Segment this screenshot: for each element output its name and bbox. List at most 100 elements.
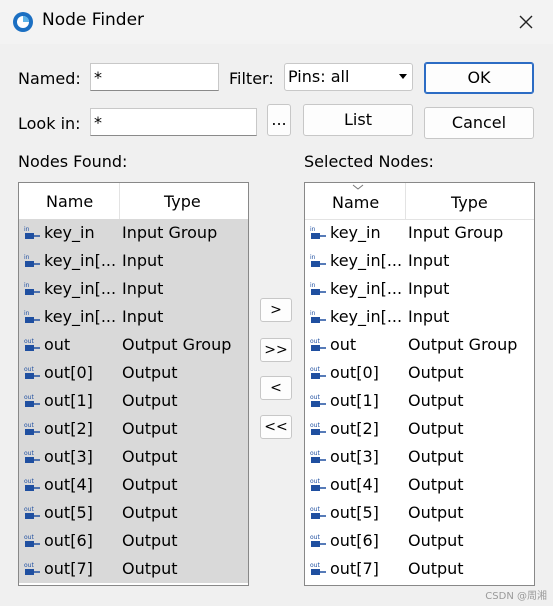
node-row[interactable]: out out[4] Output bbox=[305, 471, 534, 499]
svg-text:out: out bbox=[310, 534, 320, 541]
svg-text:out: out bbox=[24, 534, 34, 541]
output-pin-icon: out bbox=[24, 422, 40, 435]
node-row[interactable]: out out[6] Output bbox=[19, 527, 248, 555]
nodes-found-header: Name Type bbox=[19, 183, 248, 220]
node-row[interactable]: out out[2] Output bbox=[305, 415, 534, 443]
input-pin-icon: in bbox=[310, 282, 326, 295]
output-pin-icon: out bbox=[24, 366, 40, 379]
node-row[interactable]: in key_in Input Group bbox=[19, 219, 248, 247]
node-row[interactable]: out out[0] Output bbox=[19, 359, 248, 387]
node-name: key_in[... bbox=[44, 251, 117, 270]
ok-button[interactable]: OK bbox=[424, 62, 534, 94]
column-header-name[interactable]: Name bbox=[46, 192, 93, 211]
output-pin-icon: out bbox=[24, 338, 40, 351]
node-name: out bbox=[330, 335, 357, 354]
node-type: Output bbox=[122, 503, 178, 522]
column-header-type[interactable]: Type bbox=[451, 193, 488, 212]
svg-text:in: in bbox=[310, 254, 316, 261]
output-pin-icon: out bbox=[24, 394, 40, 407]
filter-select[interactable]: Pins: all bbox=[284, 63, 413, 91]
node-type: Output bbox=[122, 419, 178, 438]
close-icon[interactable] bbox=[512, 8, 540, 36]
svg-text:out: out bbox=[310, 394, 320, 401]
svg-text:out: out bbox=[310, 338, 320, 345]
node-row[interactable]: in key_in[... Input bbox=[19, 303, 248, 331]
node-name: out[4] bbox=[44, 475, 93, 494]
node-type: Output bbox=[122, 391, 178, 410]
remove-selected-button[interactable]: < bbox=[260, 376, 292, 400]
column-divider[interactable] bbox=[119, 183, 120, 219]
cancel-button[interactable]: Cancel bbox=[424, 107, 534, 139]
node-type: Input Group bbox=[122, 223, 218, 242]
node-row[interactable]: out out Output Group bbox=[305, 331, 534, 359]
quartus-app-icon bbox=[13, 12, 33, 32]
svg-text:out: out bbox=[310, 422, 320, 429]
node-type: Output bbox=[122, 475, 178, 494]
svg-text:in: in bbox=[310, 310, 316, 317]
selected-nodes-list[interactable]: Name Type in key_in Input Group in key_in[..… bbox=[304, 182, 535, 586]
column-divider[interactable] bbox=[405, 183, 406, 219]
svg-text:in: in bbox=[310, 282, 316, 289]
node-type: Input bbox=[408, 279, 450, 298]
remove-all-button[interactable]: << bbox=[260, 415, 292, 439]
node-type: Output bbox=[122, 559, 178, 578]
look-in-input[interactable]: * bbox=[90, 108, 257, 136]
node-row[interactable]: in key_in[... Input bbox=[305, 275, 534, 303]
node-row[interactable]: in key_in[... Input bbox=[19, 247, 248, 275]
named-input[interactable]: * bbox=[90, 63, 219, 91]
column-header-type[interactable]: Type bbox=[164, 192, 201, 211]
svg-text:out: out bbox=[310, 366, 320, 373]
output-pin-icon: out bbox=[310, 534, 326, 547]
node-type: Output bbox=[408, 503, 464, 522]
node-name: key_in[... bbox=[330, 279, 403, 298]
node-row[interactable]: in key_in[... Input bbox=[19, 275, 248, 303]
node-name: key_in[... bbox=[44, 279, 117, 298]
node-row[interactable]: out out[3] Output bbox=[305, 443, 534, 471]
window-title: Node Finder bbox=[42, 10, 145, 30]
node-row[interactable]: out out[0] Output bbox=[305, 359, 534, 387]
node-row[interactable]: in key_in Input Group bbox=[305, 219, 534, 247]
node-row[interactable]: out out[5] Output bbox=[19, 499, 248, 527]
node-row[interactable]: out out[1] Output bbox=[305, 387, 534, 415]
filter-select-value: Pins: all bbox=[288, 67, 350, 86]
svg-text:out: out bbox=[24, 366, 34, 373]
output-pin-icon: out bbox=[310, 394, 326, 407]
column-header-name[interactable]: Name bbox=[332, 193, 379, 212]
node-name: out[1] bbox=[330, 391, 379, 410]
node-name: out[1] bbox=[44, 391, 93, 410]
svg-text:out: out bbox=[310, 562, 320, 569]
node-type: Input bbox=[122, 307, 164, 326]
selected-nodes-label: Selected Nodes: bbox=[304, 152, 434, 171]
output-pin-icon: out bbox=[310, 338, 326, 351]
node-row[interactable]: in key_in[... Input bbox=[305, 247, 534, 275]
node-name: out[3] bbox=[44, 447, 93, 466]
node-row[interactable]: out out[3] Output bbox=[19, 443, 248, 471]
output-pin-icon: out bbox=[310, 366, 326, 379]
node-type: Output bbox=[122, 363, 178, 382]
output-pin-icon: out bbox=[24, 534, 40, 547]
browse-button[interactable]: ... bbox=[267, 104, 291, 136]
node-type: Output bbox=[408, 363, 464, 382]
svg-text:out: out bbox=[24, 394, 34, 401]
add-all-button[interactable]: >> bbox=[260, 338, 292, 362]
node-row[interactable]: out out[7] Output bbox=[19, 555, 248, 583]
input-pin-icon: in bbox=[310, 254, 326, 267]
node-row[interactable]: out out[4] Output bbox=[19, 471, 248, 499]
node-name: out bbox=[44, 335, 71, 354]
add-selected-button[interactable]: > bbox=[260, 298, 292, 322]
node-row[interactable]: out out[1] Output bbox=[19, 387, 248, 415]
node-row[interactable]: out out[6] Output bbox=[305, 527, 534, 555]
node-row[interactable]: out out[5] Output bbox=[305, 499, 534, 527]
nodes-found-label: Nodes Found: bbox=[18, 152, 128, 171]
node-row[interactable]: out out Output Group bbox=[19, 331, 248, 359]
node-row[interactable]: out out[2] Output bbox=[19, 415, 248, 443]
node-type: Input Group bbox=[408, 223, 504, 242]
node-name: out[2] bbox=[44, 419, 93, 438]
node-row[interactable]: in key_in[... Input bbox=[305, 303, 534, 331]
list-button[interactable]: List bbox=[303, 104, 413, 136]
svg-text:in: in bbox=[24, 282, 30, 289]
output-pin-icon: out bbox=[24, 478, 40, 491]
nodes-found-list[interactable]: Name Type in key_in Input Group in key_in[..… bbox=[18, 182, 249, 586]
node-row[interactable]: out out[7] Output bbox=[305, 555, 534, 583]
output-pin-icon: out bbox=[310, 450, 326, 463]
